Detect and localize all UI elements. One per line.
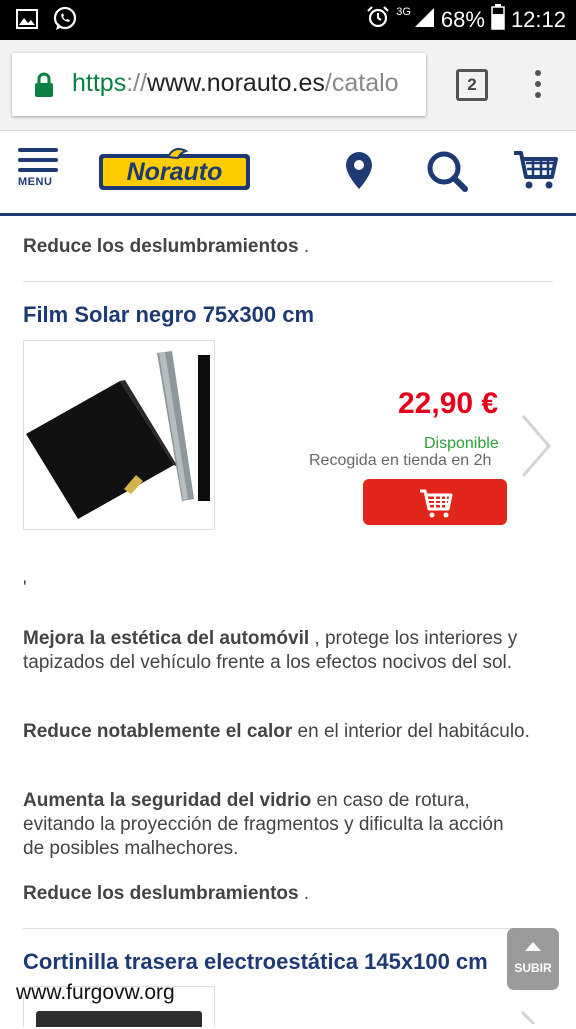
alarm-icon <box>366 5 390 35</box>
menu-button[interactable]: MENU <box>18 148 60 188</box>
feature-1: Mejora la estética del automóvil , prote… <box>23 628 518 673</box>
url-text: https://www.norauto.es/catalo <box>72 69 399 97</box>
cart-icon[interactable] <box>512 149 558 196</box>
lock-icon <box>34 72 54 103</box>
product-image[interactable] <box>23 340 215 530</box>
top-note: Reduce los deslumbramientos . <box>23 236 310 257</box>
browser-toolbar: https://www.norauto.es/catalo 2 <box>0 40 576 131</box>
product-price: 22,90 € <box>398 387 499 420</box>
signal-icon <box>413 6 435 34</box>
address-bar[interactable]: https://www.norauto.es/catalo <box>12 53 426 116</box>
menu-label: MENU <box>18 176 53 188</box>
cart-icon <box>420 489 453 518</box>
logo-text: Norauto <box>127 158 223 186</box>
pickup-info: Recogida en tienda en 2h <box>309 452 492 469</box>
product-title[interactable]: Cortinilla trasera electroestática 145x1… <box>23 949 488 975</box>
chevron-right-icon[interactable] <box>520 1010 540 1029</box>
clock: 12:12 <box>510 7 566 32</box>
stray-mark: ' <box>23 578 27 599</box>
overflow-menu-icon[interactable] <box>533 70 543 100</box>
chevron-right-icon[interactable] <box>519 414 553 483</box>
location-pin-icon[interactable] <box>344 151 374 196</box>
divider <box>23 928 553 929</box>
whatsapp-icon <box>52 6 78 37</box>
norauto-logo[interactable]: Norauto <box>98 147 251 191</box>
status-bar: 3G 68% 12:12 <box>0 0 576 40</box>
feature-4: Reduce los deslumbramientos . <box>23 883 310 904</box>
network-type: 3G <box>396 6 411 18</box>
divider <box>23 281 553 282</box>
product-title[interactable]: Film Solar negro 75x300 cm <box>23 302 314 328</box>
hamburger-icon <box>18 148 58 152</box>
arrow-up-icon <box>525 942 541 951</box>
scroll-to-top-button[interactable]: SUBIR <box>507 928 559 990</box>
watermark: www.furgovw.org <box>16 981 175 1004</box>
battery-icon <box>491 4 505 36</box>
image-icon <box>16 9 38 34</box>
availability-status: Disponible <box>424 435 499 452</box>
battery-percent: 68% <box>440 7 485 32</box>
search-icon[interactable] <box>425 149 469 198</box>
tab-switcher-button[interactable]: 2 <box>456 69 488 101</box>
feature-2: Reduce notablemente el calor en el inter… <box>23 721 530 742</box>
add-to-cart-button[interactable] <box>363 479 507 525</box>
site-header: MENU Norauto <box>0 131 576 216</box>
feature-3: Aumenta la seguridad del vidrio en caso … <box>23 790 504 859</box>
